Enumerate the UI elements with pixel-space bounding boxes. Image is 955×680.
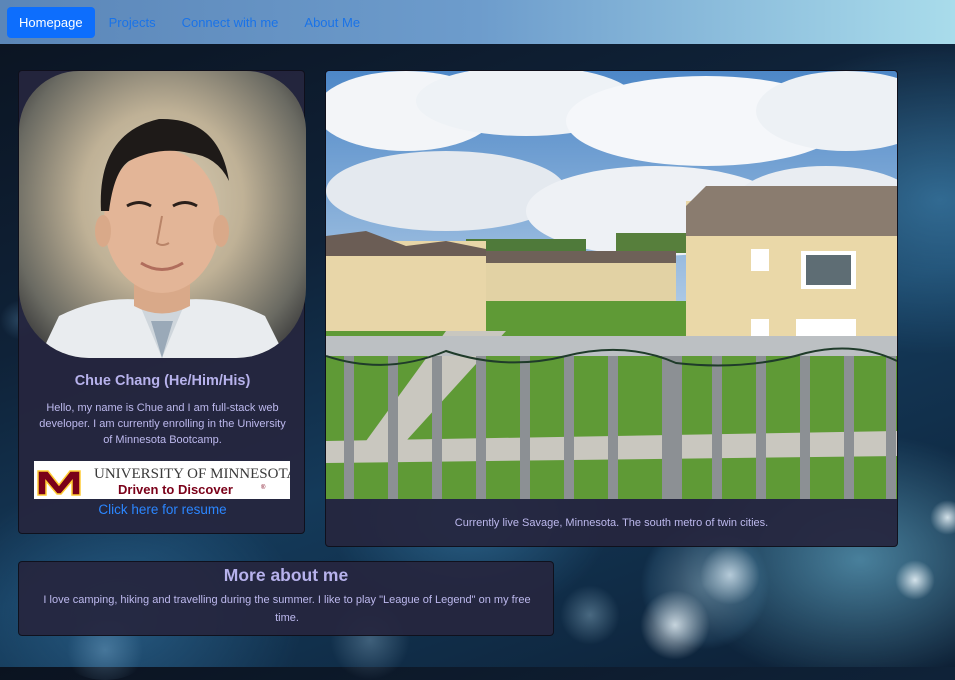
nav-projects[interactable]: Projects — [97, 7, 168, 38]
logo-trademark: ® — [261, 484, 266, 491]
about-card: More about me I love camping, hiking and… — [18, 561, 554, 636]
profile-name: Chue Chang (He/Him/His) — [74, 373, 251, 389]
bokeh-light — [930, 500, 955, 535]
profile-card: Chue Chang (He/Him/His) Hello, my name i… — [18, 70, 306, 534]
umn-m-icon: UNIVERSITY OF MINNESOTA Driven to Discov… — [37, 466, 297, 497]
profile-bio: Hello, my name is Chue and I am full-sta… — [39, 402, 286, 446]
photo-caption: Currently live Savage, Minnesota. The so… — [454, 517, 769, 529]
landscape-photo — [326, 71, 897, 499]
nav-homepage[interactable]: Homepage — [7, 6, 95, 38]
about-text: I love camping, hiking and travelling du… — [43, 594, 531, 624]
bokeh-light — [895, 560, 935, 600]
navbar: Homepage Projects Connect with me About … — [0, 0, 955, 44]
resume-link[interactable]: Click here for resume — [19, 502, 306, 517]
logo-line1: UNIVERSITY OF MINNESOTA — [94, 466, 290, 482]
nav-connect[interactable]: Connect with me — [170, 7, 291, 38]
profile-photo — [19, 71, 306, 358]
apartment-balcony-image — [326, 71, 897, 499]
university-logo: UNIVERSITY OF MINNESOTA Driven to Discov… — [34, 461, 297, 499]
bokeh-light — [700, 545, 760, 605]
photo-card: Currently live Savage, Minnesota. The so… — [325, 70, 898, 547]
bokeh-light — [560, 585, 620, 645]
logo-line2: Driven to Discover — [118, 482, 233, 497]
portrait-image — [39, 118, 286, 358]
bokeh-light — [640, 590, 710, 660]
nav-about-me[interactable]: About Me — [292, 7, 372, 38]
about-title: More about me — [223, 565, 349, 585]
